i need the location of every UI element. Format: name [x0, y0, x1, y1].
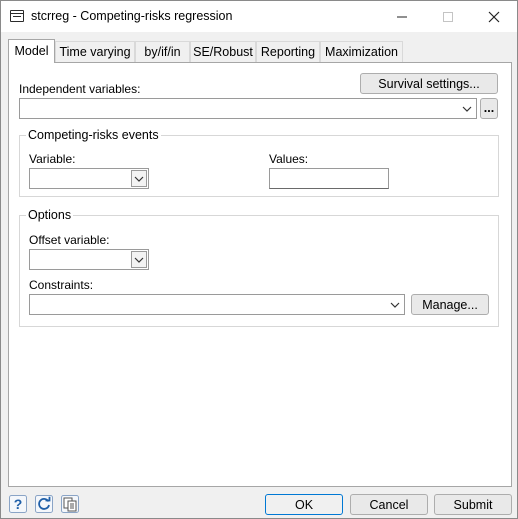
dialog-window: stcrreg - Competing-risks regression Mod…: [0, 0, 518, 519]
reset-icon: [35, 495, 53, 513]
tab-maximization[interactable]: Maximization: [320, 41, 403, 62]
maximize-button: [425, 1, 471, 32]
app-icon: [10, 10, 24, 22]
chevron-down-icon[interactable]: [131, 251, 147, 268]
competing-risks-group: Competing-risks events Variable: Values:: [19, 128, 499, 197]
options-title: Options: [26, 208, 74, 222]
window-title: stcrreg - Competing-risks regression: [31, 9, 233, 23]
tab-by-if-in[interactable]: by/if/in: [135, 41, 190, 62]
title-bar: stcrreg - Competing-risks regression: [1, 1, 517, 32]
copy-command-button[interactable]: [60, 494, 80, 514]
tab-reporting[interactable]: Reporting: [256, 41, 320, 62]
ok-button[interactable]: OK: [265, 494, 343, 515]
maximize-icon: [443, 11, 453, 22]
constraints-label: Constraints:: [29, 278, 94, 292]
options-group: Options Offset variable: Constraints: Ma…: [19, 208, 499, 327]
values-label: Values:: [269, 152, 309, 166]
survival-settings-button[interactable]: Survival settings...: [360, 73, 498, 94]
manage-constraints-button[interactable]: Manage...: [411, 294, 489, 315]
close-button[interactable]: [471, 1, 517, 32]
values-input[interactable]: [269, 168, 389, 189]
minimize-icon: [397, 16, 407, 17]
chevron-down-icon[interactable]: [131, 170, 147, 187]
tab-time-varying[interactable]: Time varying: [55, 41, 135, 62]
help-icon: ?: [9, 495, 27, 513]
svg-text:?: ?: [14, 496, 23, 512]
independent-variables-combobox[interactable]: [19, 98, 477, 119]
cancel-button[interactable]: Cancel: [350, 494, 428, 515]
minimize-button[interactable]: [379, 1, 425, 32]
tab-se-robust[interactable]: SE/Robust: [190, 41, 256, 62]
chevron-down-icon[interactable]: [387, 296, 403, 313]
copy-command-icon: [61, 495, 79, 513]
chevron-down-icon[interactable]: [459, 100, 475, 117]
tab-model[interactable]: Model: [8, 39, 55, 63]
reset-button[interactable]: [34, 494, 54, 514]
constraints-combobox[interactable]: [29, 294, 405, 315]
submit-button[interactable]: Submit: [434, 494, 512, 515]
variable-combobox[interactable]: [29, 168, 149, 189]
model-panel: Independent variables: Survival settings…: [8, 62, 512, 487]
varlist-ellipsis-button[interactable]: ...: [480, 98, 498, 119]
competing-risks-title: Competing-risks events: [26, 128, 161, 142]
close-icon: [488, 11, 500, 22]
bottom-bar: ? OK Cancel Submit: [1, 488, 517, 518]
variable-label: Variable:: [29, 152, 76, 166]
offset-variable-combobox[interactable]: [29, 249, 149, 270]
offset-variable-label: Offset variable:: [29, 233, 110, 247]
independent-variables-label: Independent variables:: [19, 82, 141, 96]
help-button[interactable]: ?: [8, 494, 28, 514]
